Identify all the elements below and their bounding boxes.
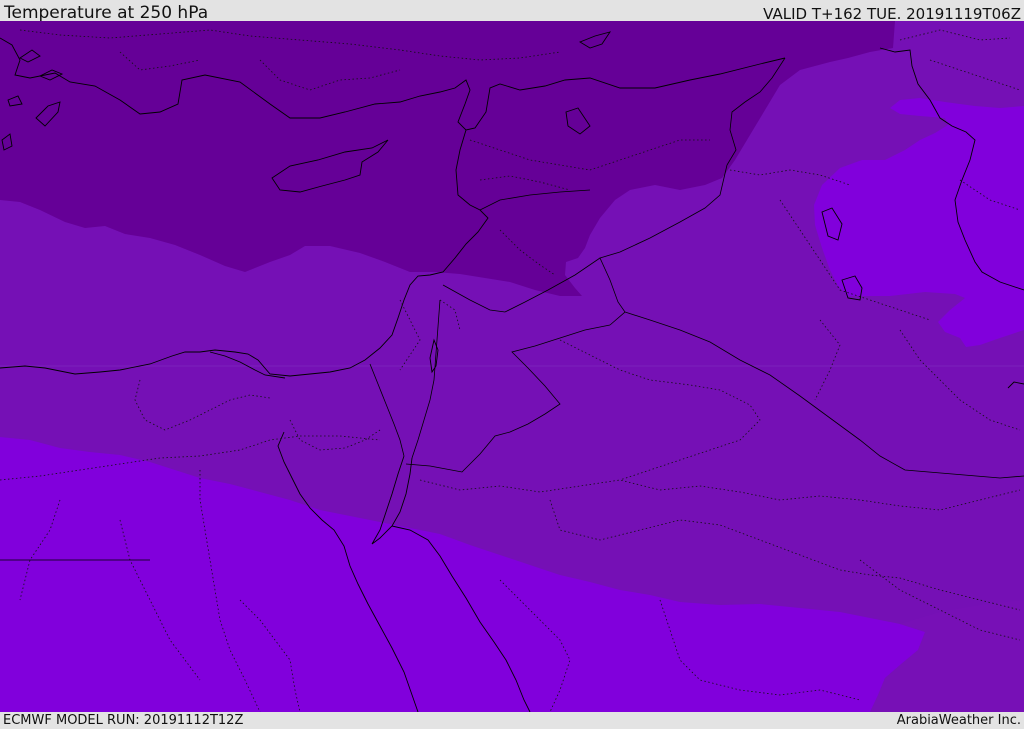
map-canvas [0, 21, 1024, 712]
temperature-map [0, 21, 1024, 712]
map-title: Temperature at 250 hPa [4, 3, 209, 23]
credit-label: ArabiaWeather Inc. [896, 713, 1021, 728]
weather-map-frame: Temperature at 250 hPa VALID T+162 TUE. … [0, 0, 1024, 729]
map-footer: ECMWF MODEL RUN: 20191112T12Z ArabiaWeat… [0, 712, 1024, 729]
map-header: Temperature at 250 hPa VALID T+162 TUE. … [0, 0, 1024, 23]
model-run-label: ECMWF MODEL RUN: 20191112T12Z [3, 713, 244, 728]
